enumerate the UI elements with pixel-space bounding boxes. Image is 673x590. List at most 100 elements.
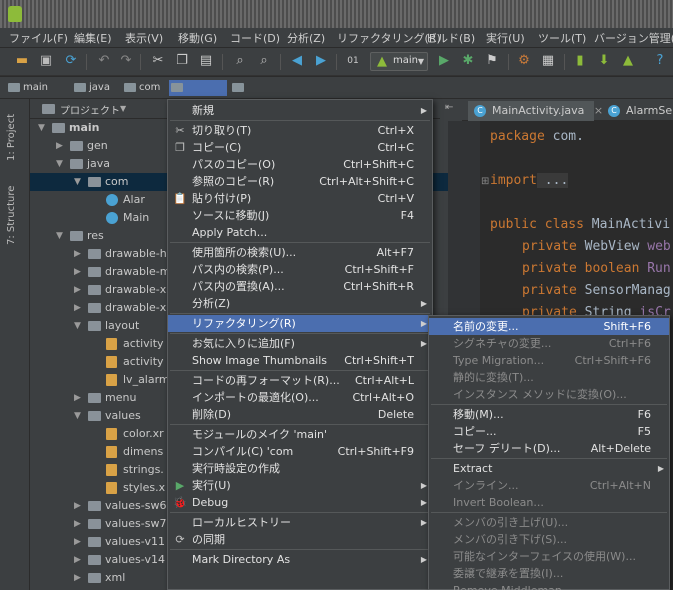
structure-tool-tab[interactable]: 7: Structure	[6, 175, 17, 245]
menu-item[interactable]: 使用箇所の検索(U)... Alt+F7	[168, 244, 432, 261]
menu-item[interactable]: ローカルヒストリー ▶	[168, 514, 432, 531]
menu-item[interactable]: コードの再フォーマット(R)... Ctrl+Alt+L	[168, 372, 432, 389]
menu-vcs[interactable]: バージョン管理(S)	[594, 30, 673, 46]
menu-item[interactable]: パス内の置換(A)... Ctrl+Shift+R	[168, 278, 432, 295]
menu-analyze[interactable]: 分析(Z)	[287, 30, 325, 46]
settings-icon[interactable]: ⚙	[516, 53, 532, 69]
breadcrumb-package[interactable]	[169, 80, 227, 96]
tab-alarm-service[interactable]: C AlarmSe	[602, 101, 672, 121]
menu-item[interactable]: ▶ 実行(U) ▶	[168, 477, 432, 494]
menu-item[interactable]: セーフ デリート(D)... Alt+Delete	[429, 440, 669, 457]
code-line-package: package com.	[490, 129, 584, 144]
menu-item[interactable]: モジュールのメイク 'main'	[168, 426, 432, 443]
menu-item[interactable]: コピー... F5	[429, 423, 669, 440]
menu-item[interactable]: 分析(Z) ▶	[168, 295, 432, 312]
menu-item[interactable]: ⟳ の同期	[168, 531, 432, 548]
collapse-arrow-icon[interactable]: ▶	[74, 389, 84, 407]
cut-icon[interactable]: ✂	[150, 53, 166, 69]
undo-icon[interactable]: ↶	[96, 53, 112, 69]
save-icon[interactable]: ▣	[38, 53, 54, 69]
menu-item[interactable]: 🐞 Debug ▶	[168, 494, 432, 511]
collapse-arrow-icon[interactable]: ▶	[56, 137, 66, 155]
menu-navigate[interactable]: 移動(G)	[178, 30, 217, 46]
expand-arrow-icon[interactable]: ▼	[74, 173, 84, 191]
menu-run[interactable]: 実行(U)	[486, 30, 525, 46]
hide-panel-icon[interactable]: ⇤	[440, 99, 462, 121]
breadcrumb-java[interactable]: java	[72, 80, 120, 96]
breadcrumb-main[interactable]: main	[6, 80, 58, 96]
project-view-select[interactable]: プロジェクト	[60, 102, 120, 117]
collapse-arrow-icon[interactable]: ▶	[74, 299, 84, 317]
tree-item-label: drawable-h	[105, 247, 167, 260]
menu-item[interactable]: インポートの最適化(O)... Ctrl+Alt+O	[168, 389, 432, 406]
paste-icon[interactable]: ▤	[198, 53, 214, 69]
menu-item[interactable]: 新規 ▶	[168, 102, 432, 119]
breadcrumb-com[interactable]: com	[122, 80, 170, 96]
expand-arrow-icon[interactable]: ▼	[38, 119, 48, 137]
tab-main-activity[interactable]: C MainActivity.java ×	[468, 101, 603, 121]
back-icon[interactable]: ◀	[289, 53, 305, 69]
redo-icon[interactable]: ↷	[118, 53, 134, 69]
menu-item-label: コンパイル(C) 'com	[192, 445, 294, 458]
menu-item[interactable]: 実行時設定の作成	[168, 460, 432, 477]
menu-item[interactable]: 削除(D) Delete	[168, 406, 432, 423]
collapse-arrow-icon[interactable]: ▶	[74, 497, 84, 515]
menu-build[interactable]: ビルド(B)	[426, 30, 475, 46]
collapse-arrow-icon[interactable]: ▶	[74, 281, 84, 299]
menu-item[interactable]: リファクタリング(R) ▶	[168, 315, 432, 332]
menu-edit[interactable]: 編集(E)	[74, 30, 112, 46]
fold-icon[interactable]: ⊞	[481, 176, 489, 187]
submenu-arrow-icon: ▶	[420, 319, 427, 328]
menu-item-label: Debug	[192, 496, 229, 509]
collapse-arrow-icon[interactable]: ▶	[74, 515, 84, 533]
collapse-arrow-icon[interactable]: ▶	[74, 551, 84, 569]
run-configuration-select[interactable]: ▲ main ▼	[370, 52, 428, 71]
sdk-manager-icon[interactable]: ⬇	[596, 53, 612, 69]
forward-icon[interactable]: ▶	[313, 53, 329, 69]
menu-tools[interactable]: ツール(T)	[538, 30, 586, 46]
menu-item[interactable]: 移動(M)... F6	[429, 406, 669, 423]
menu-item[interactable]: ✂ 切り取り(T) Ctrl+X	[168, 122, 432, 139]
menu-item[interactable]: パス内の検索(P)... Ctrl+Shift+F	[168, 261, 432, 278]
expand-arrow-icon[interactable]: ▼	[56, 227, 66, 245]
menu-item[interactable]: Mark Directory As ▶	[168, 551, 432, 568]
make-project-icon[interactable]: 01	[345, 53, 361, 69]
menu-item[interactable]: Show Image Thumbnails Ctrl+Shift+T	[168, 352, 432, 369]
submenu-arrow-icon: ▶	[420, 518, 427, 527]
menu-code[interactable]: コード(D)	[230, 30, 280, 46]
find-icon[interactable]: ⌕	[232, 53, 248, 69]
tree-item-label: main	[69, 121, 100, 134]
breadcrumb-package-sub[interactable]	[230, 80, 280, 96]
menu-item[interactable]: 📋 貼り付け(P) Ctrl+V	[168, 190, 432, 207]
open-folder-icon[interactable]: ▬	[14, 53, 30, 69]
avd-manager-icon[interactable]: ▮	[572, 53, 588, 69]
help-icon[interactable]: ?	[652, 53, 668, 69]
menu-item[interactable]: コンパイル(C) 'com Ctrl+Shift+F9	[168, 443, 432, 460]
menu-file[interactable]: ファイル(F)	[9, 30, 68, 46]
collapse-arrow-icon[interactable]: ▶	[74, 569, 84, 587]
expand-arrow-icon[interactable]: ▼	[74, 317, 84, 335]
expand-arrow-icon[interactable]: ▼	[56, 155, 66, 173]
android-monitor-icon[interactable]: ▲	[620, 53, 636, 69]
menu-view[interactable]: 表示(V)	[125, 30, 163, 46]
debug-icon[interactable]: ✱	[460, 53, 476, 69]
menu-item[interactable]: お気に入りに追加(F) ▶	[168, 335, 432, 352]
project-structure-icon[interactable]: ▦	[540, 53, 556, 69]
menu-item[interactable]: 参照のコピー(R) Ctrl+Alt+Shift+C	[168, 173, 432, 190]
menu-item[interactable]: パスのコピー(O) Ctrl+Shift+C	[168, 156, 432, 173]
copy-icon[interactable]: ❐	[174, 53, 190, 69]
attach-debugger-icon[interactable]: ⚑	[484, 53, 500, 69]
menu-item[interactable]: ソースに移動(J) F4	[168, 207, 432, 224]
replace-icon[interactable]: ⌕	[256, 53, 272, 69]
collapse-arrow-icon[interactable]: ▶	[74, 533, 84, 551]
menu-item[interactable]: Apply Patch...	[168, 224, 432, 241]
sync-icon[interactable]: ⟳	[63, 53, 79, 69]
expand-arrow-icon[interactable]: ▼	[74, 407, 84, 425]
collapse-arrow-icon[interactable]: ▶	[74, 263, 84, 281]
run-icon[interactable]: ▶	[436, 53, 452, 69]
menu-item[interactable]: ❐ コピー(C) Ctrl+C	[168, 139, 432, 156]
collapse-arrow-icon[interactable]: ▶	[74, 245, 84, 263]
menu-item[interactable]: Extract ▶	[429, 460, 669, 477]
menu-item[interactable]: 名前の変更... Shift+F6	[429, 318, 669, 335]
project-tool-tab[interactable]: 1: Project	[6, 105, 17, 161]
